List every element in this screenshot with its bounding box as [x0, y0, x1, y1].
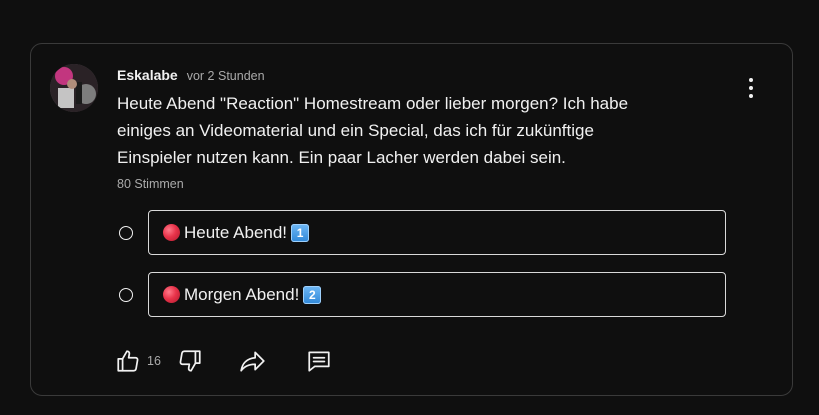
- community-post-card: Eskalabe vor 2 Stunden Heute Abend "Reac…: [30, 43, 793, 396]
- post-text-line: Einspieler nutzen kann. Ein paar Lacher …: [117, 148, 566, 167]
- red-circle-icon: [163, 286, 180, 303]
- menu-dot: [749, 94, 753, 98]
- dislike-button[interactable]: [175, 346, 205, 376]
- post-timestamp[interactable]: vor 2 Stunden: [187, 69, 265, 83]
- poll-option-radio[interactable]: [119, 226, 133, 240]
- poll-option-label: Heute Abend!: [184, 222, 288, 242]
- poll-option-button[interactable]: Heute Abend! 1: [148, 210, 726, 255]
- like-button[interactable]: [113, 346, 143, 376]
- post-text-line: einiges an Videomaterial und ein Special…: [117, 121, 594, 140]
- share-icon: [240, 351, 265, 372]
- comment-button[interactable]: [304, 346, 334, 376]
- avatar[interactable]: [50, 64, 98, 112]
- post-text: Heute Abend "Reaction" Homestream oder l…: [117, 90, 717, 171]
- more-options-button[interactable]: [743, 78, 759, 98]
- menu-dot: [749, 78, 753, 82]
- vote-count: 80 Stimmen: [117, 177, 184, 191]
- share-button[interactable]: [238, 346, 268, 376]
- post-text-line: Heute Abend "Reaction" Homestream oder l…: [117, 94, 629, 113]
- like-count: 16: [147, 354, 161, 368]
- action-bar: 16: [113, 346, 334, 376]
- thumbs-up-icon: [117, 350, 139, 372]
- red-circle-icon: [163, 224, 180, 241]
- menu-dot: [749, 86, 753, 90]
- poll-option-radio[interactable]: [119, 288, 133, 302]
- keycap-2-icon: 2: [303, 285, 322, 304]
- poll-option-button[interactable]: Morgen Abend! 2: [148, 272, 726, 317]
- poll-option-label: Morgen Abend!: [184, 284, 300, 304]
- keycap-1-icon: 1: [291, 223, 310, 242]
- thumbs-down-icon: [179, 350, 201, 372]
- poll-option: Heute Abend! 1: [117, 210, 727, 257]
- author-name[interactable]: Eskalabe: [117, 67, 178, 83]
- post-header: Eskalabe vor 2 Stunden: [117, 67, 265, 83]
- poll-option: Morgen Abend! 2: [117, 272, 727, 319]
- comment-icon: [308, 351, 330, 372]
